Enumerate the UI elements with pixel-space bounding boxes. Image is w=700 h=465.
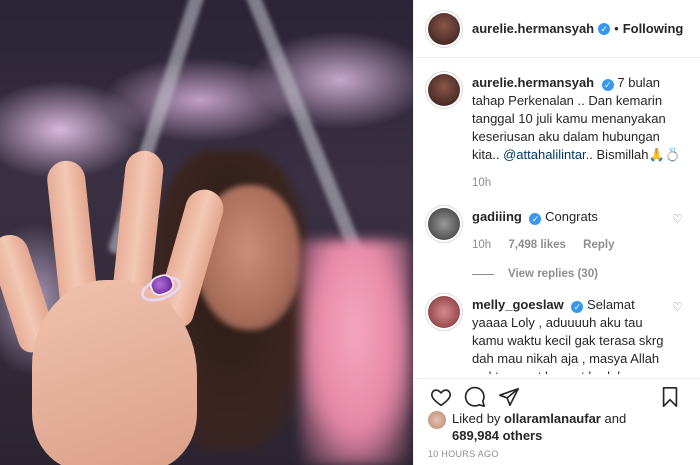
avatar[interactable]: [428, 208, 460, 240]
verified-icon: ✓: [598, 22, 611, 35]
liked-by-and: and: [604, 411, 627, 426]
verified-icon: ✓: [601, 79, 614, 91]
photo-bouquet: [300, 240, 410, 465]
caption-mention-link[interactable]: @attahalilintar: [503, 147, 586, 162]
comment-like-heart-icon[interactable]: ♡: [672, 212, 686, 254]
comment-likes[interactable]: 7,498 likes: [508, 239, 566, 251]
caption: aurelie.hermansyah ✓ 7 bulan tahap Perke…: [428, 74, 686, 192]
post-timestamp[interactable]: 10 HOURS AGO: [428, 449, 499, 459]
comment-text: Congrats: [545, 209, 598, 224]
likes-summary: Liked by ollaramlanaufar and 689,984 oth…: [428, 410, 626, 444]
photo-hand: [0, 148, 242, 465]
avatar[interactable]: [428, 74, 460, 106]
post-sidebar: aurelie.hermansyah ✓ • Following aurelie…: [413, 0, 700, 465]
divider: [472, 273, 494, 275]
comment-username[interactable]: melly_goeslaw: [472, 297, 564, 312]
liked-by-username[interactable]: ollaramlanaufar: [504, 411, 601, 426]
post-username[interactable]: aurelie.hermansyah: [472, 21, 594, 36]
comment-like-heart-icon[interactable]: ♡: [672, 300, 686, 374]
likes-count-link[interactable]: 689,984 others: [452, 428, 542, 443]
post-header: aurelie.hermansyah ✓ • Following: [414, 0, 700, 58]
verified-icon: ✓: [529, 213, 542, 225]
comment-username[interactable]: gadiiing: [472, 209, 522, 224]
caption-username[interactable]: aurelie.hermansyah: [472, 75, 594, 90]
post-photo[interactable]: [0, 0, 413, 465]
comment-icon[interactable]: [458, 383, 492, 411]
verified-icon: ✓: [571, 301, 584, 313]
avatar[interactable]: [428, 296, 460, 328]
action-bar: [414, 378, 700, 410]
caption-tail: .. Bismillah🙏💍: [585, 147, 681, 162]
comment-item: melly_goeslaw ✓ Selamat yaaaa Loly , adu…: [428, 296, 686, 374]
heart-icon[interactable]: [424, 383, 458, 411]
bookmark-icon[interactable]: [653, 383, 687, 411]
comments-list: aurelie.hermansyah ✓ 7 bulan tahap Perke…: [414, 58, 700, 374]
view-replies-button[interactable]: View replies (30): [472, 268, 686, 280]
comment-item: gadiiing ✓ Congrats 10h 7,498 likes Repl…: [428, 208, 686, 254]
view-replies-label: View replies (30): [508, 268, 598, 280]
liked-by-label: Liked by: [452, 411, 501, 426]
separator-dot: •: [614, 21, 619, 36]
caption-time[interactable]: 10h: [472, 177, 491, 189]
avatar[interactable]: [428, 12, 460, 45]
comment-time[interactable]: 10h: [472, 239, 491, 251]
following-button[interactable]: Following: [623, 21, 684, 36]
avatar[interactable]: [428, 411, 446, 429]
reply-button[interactable]: Reply: [583, 239, 614, 251]
share-icon[interactable]: [492, 383, 526, 411]
